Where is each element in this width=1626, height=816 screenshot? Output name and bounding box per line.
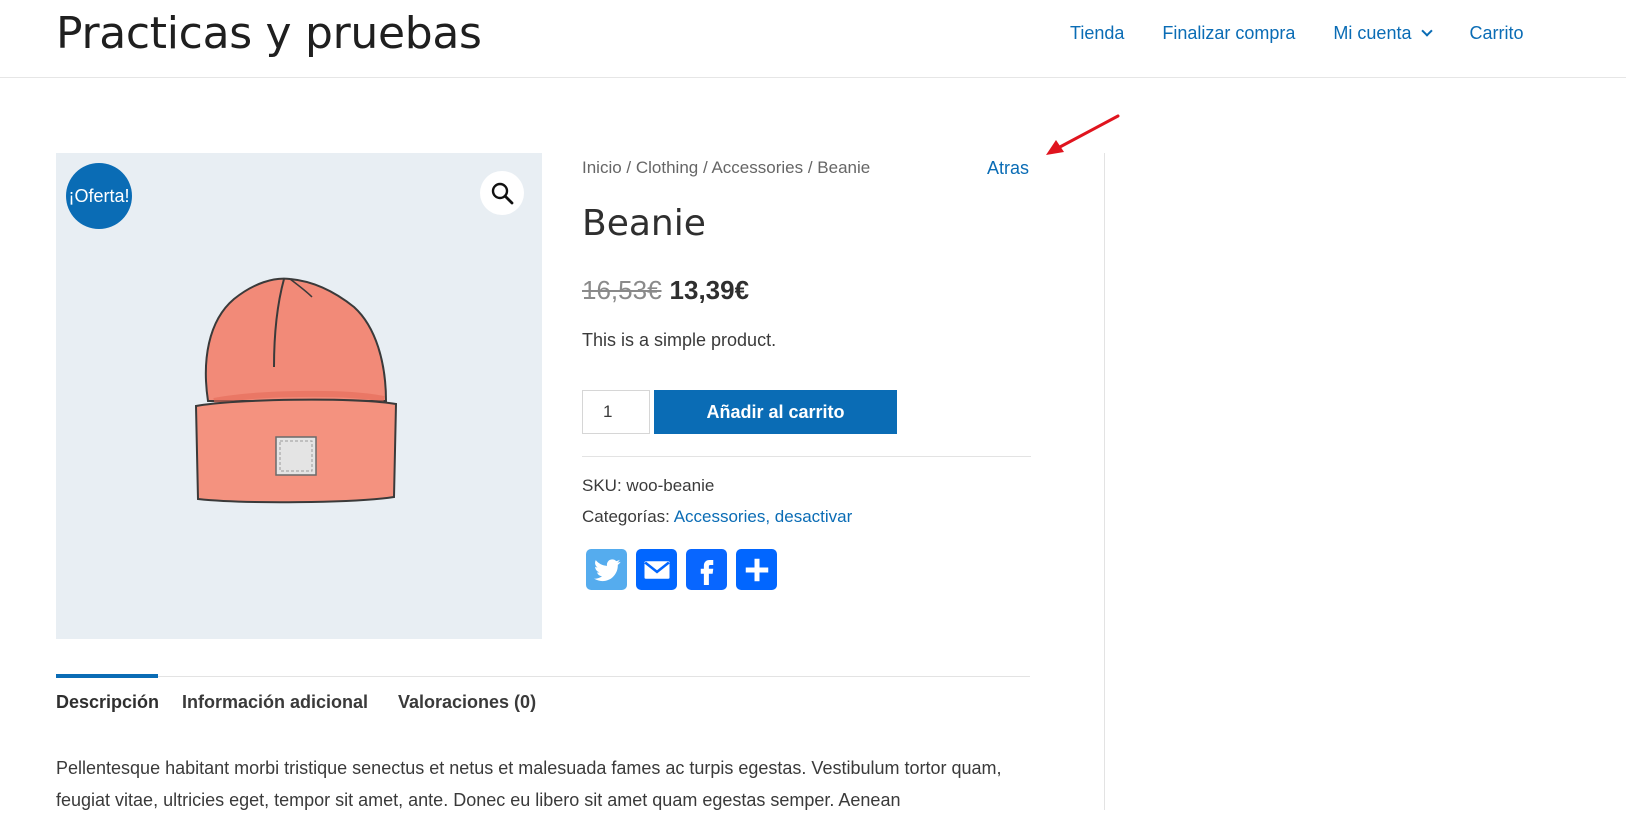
nav-item-tienda[interactable]: Tienda: [1070, 23, 1124, 44]
add-to-cart-button[interactable]: Añadir al carrito: [654, 390, 897, 434]
categories-label: Categorías:: [582, 507, 670, 526]
email-icon: [643, 560, 670, 579]
sku-value: woo-beanie: [626, 476, 715, 495]
tabs-border: [56, 676, 1030, 677]
category-link-desactivar[interactable]: desactivar: [775, 507, 852, 526]
site-header: Practicas y pruebas Tienda Finalizar com…: [0, 0, 1626, 78]
sku-row: SKU: woo-beanie: [582, 476, 714, 496]
categories-row: Categorías: Accessories, desactivar: [582, 507, 852, 527]
beanie-product-image[interactable]: [194, 271, 398, 509]
share-more-button[interactable]: [736, 549, 777, 590]
nav-item-mi-cuenta[interactable]: Mi cuenta: [1333, 22, 1434, 44]
annotation-arrow: [1046, 114, 1120, 155]
product-gallery: ¡Oferta!: [56, 153, 542, 639]
sidebar-divider: [1104, 153, 1105, 810]
chevron-down-icon[interactable]: [1421, 25, 1434, 37]
category-link-accessories[interactable]: Accessories,: [674, 507, 770, 526]
share-plus-icon: [745, 558, 768, 581]
nav-item-carrito[interactable]: Carrito: [1469, 23, 1523, 44]
description-text: Pellentesque habitant morbi tristique se…: [56, 758, 1002, 810]
site-title[interactable]: Practicas y pruebas: [56, 8, 482, 59]
tab-valoraciones[interactable]: Valoraciones (0): [398, 692, 536, 713]
nav-item-mi-cuenta-label: Mi cuenta: [1333, 22, 1412, 43]
price-new: 13,39€: [669, 275, 750, 305]
active-tab-indicator: [56, 674, 158, 678]
magnifier-icon: [491, 182, 514, 205]
main-nav: Tienda Finalizar compra Mi cuenta Carrit…: [1070, 20, 1523, 46]
price: 16,53€ 13,39€: [582, 275, 749, 306]
quantity-input[interactable]: [582, 390, 650, 434]
price-old: 16,53€: [582, 275, 662, 305]
share-facebook-button[interactable]: [686, 549, 727, 590]
share-twitter-button[interactable]: [586, 549, 627, 590]
tab-descripcion[interactable]: Descripción: [56, 692, 159, 713]
share-email-button[interactable]: [636, 549, 677, 590]
back-link[interactable]: Atras: [987, 158, 1029, 179]
product-title: Beanie: [582, 203, 706, 244]
zoom-button[interactable]: [480, 171, 524, 215]
sku-label: SKU:: [582, 476, 622, 495]
facebook-icon: [700, 559, 713, 585]
share-buttons: [586, 549, 786, 590]
tab-informacion-adicional[interactable]: Información adicional: [182, 692, 368, 713]
breadcrumb[interactable]: Inicio / Clothing / Accessories / Beanie: [582, 158, 870, 178]
nav-item-finalizar-compra[interactable]: Finalizar compra: [1162, 23, 1295, 44]
sale-badge: ¡Oferta!: [66, 163, 132, 229]
divider: [582, 456, 1031, 457]
twitter-icon: [593, 558, 620, 581]
short-description: This is a simple product.: [582, 330, 777, 350]
